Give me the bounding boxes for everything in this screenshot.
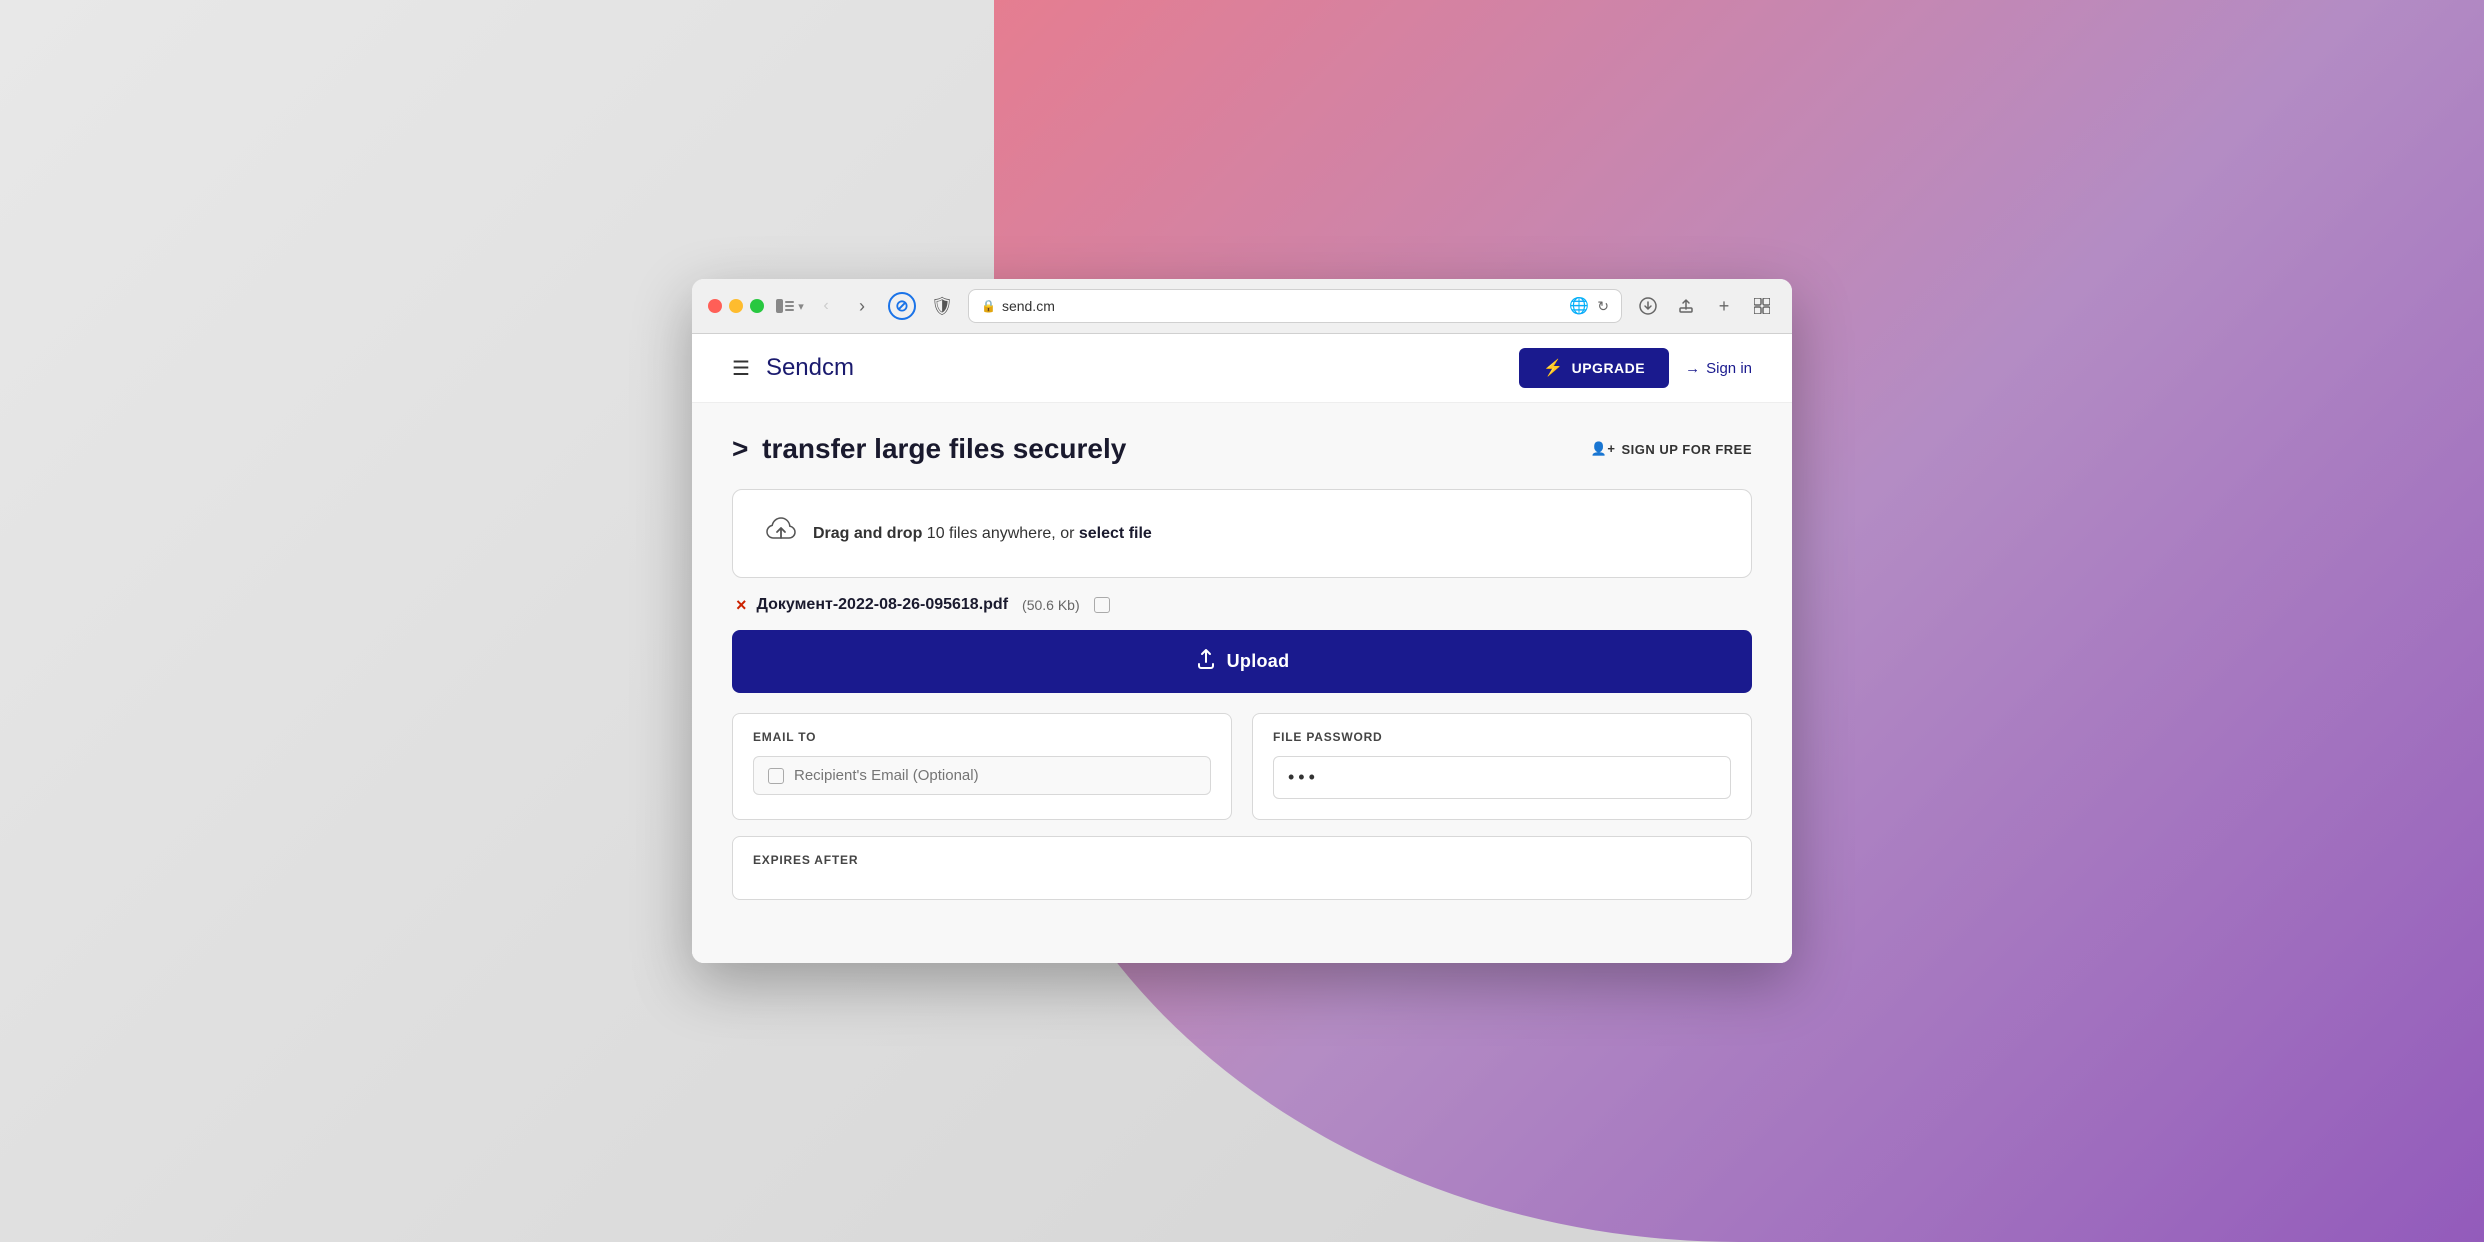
url-text: send.cm (1002, 298, 1055, 314)
page-header: > transfer large files securely 👤+ SIGN … (732, 433, 1752, 465)
file-name: Документ-2022-08-26-095618.pdf (757, 596, 1009, 614)
upload-icon (1195, 648, 1217, 675)
email-section: EMAIL TO (732, 713, 1232, 820)
maximize-button[interactable] (750, 299, 764, 313)
file-size: (50.6 Kb) (1022, 597, 1080, 613)
upgrade-icon: ⚡ (1543, 358, 1563, 378)
signin-button[interactable]: → Sign in (1685, 360, 1752, 377)
url-bar-container: 🔒 send.cm 🌐 ↻ (968, 289, 1622, 323)
url-bar[interactable]: 🔒 send.cm 🌐 ↻ (968, 289, 1622, 323)
ad-block-icon[interactable]: ⊘ (888, 292, 916, 320)
expires-section: EXPIRES AFTER (732, 836, 1752, 900)
sidebar-toggle-button[interactable]: ▾ (776, 292, 804, 320)
form-row: EMAIL TO FILE PASSWORD (732, 713, 1752, 820)
browser-window: ▾ ‹ › ⊘ 🛡 🔒 send.cm 🌐 ↻ (692, 279, 1792, 963)
dropzone[interactable]: Drag and drop 10 files anywhere, or sele… (732, 489, 1752, 578)
nav-left: ☰ Sendcm (732, 354, 854, 382)
email-input[interactable] (794, 767, 1196, 784)
back-button[interactable]: ‹ (812, 292, 840, 320)
browser-left-controls: ▾ ‹ › (776, 292, 876, 320)
expires-label: EXPIRES AFTER (753, 853, 1731, 867)
email-label: EMAIL TO (753, 730, 1211, 744)
site-navbar: ☰ Sendcm ⚡ UPGRADE → Sign in (692, 334, 1792, 403)
signup-free-button[interactable]: 👤+ SIGN UP FOR FREE (1591, 441, 1752, 457)
minimize-button[interactable] (729, 299, 743, 313)
brand-bold: Send (766, 354, 822, 381)
select-file-link[interactable]: select file (1079, 525, 1152, 542)
email-checkbox[interactable] (768, 768, 784, 784)
title-arrow: > (732, 433, 748, 464)
file-item: × Документ-2022-08-26-095618.pdf (50.6 K… (732, 596, 1752, 614)
password-section: FILE PASSWORD (1252, 713, 1752, 820)
dropzone-text: Drag and drop 10 files anywhere, or sele… (813, 525, 1152, 543)
browser-chrome: ▾ ‹ › ⊘ 🛡 🔒 send.cm 🌐 ↻ (692, 279, 1792, 334)
signup-label: SIGN UP FOR FREE (1621, 442, 1752, 457)
brand-logo[interactable]: Sendcm (766, 354, 854, 382)
signin-label: Sign in (1706, 360, 1752, 377)
close-button[interactable] (708, 299, 722, 313)
browser-right-controls: + (1634, 292, 1776, 320)
brand-light: cm (822, 354, 854, 381)
upload-cloud-icon (763, 512, 799, 555)
shield-icon[interactable]: 🛡 (928, 292, 956, 320)
main-content: > transfer large files securely 👤+ SIGN … (692, 403, 1792, 963)
upload-label: Upload (1227, 651, 1290, 672)
forward-button[interactable]: › (848, 292, 876, 320)
share-icon[interactable] (1672, 292, 1700, 320)
email-input-wrapper (753, 756, 1211, 795)
download-icon[interactable] (1634, 292, 1662, 320)
file-checkbox[interactable] (1094, 597, 1110, 613)
tab-grid-icon[interactable] (1748, 292, 1776, 320)
password-label: FILE PASSWORD (1273, 730, 1731, 744)
new-tab-icon[interactable]: + (1710, 292, 1738, 320)
traffic-lights (708, 299, 764, 313)
password-input[interactable] (1273, 756, 1731, 799)
signin-icon: → (1685, 360, 1700, 377)
refresh-icon[interactable]: ↻ (1597, 298, 1609, 315)
upgrade-label: UPGRADE (1572, 360, 1646, 376)
page-content: ☰ Sendcm ⚡ UPGRADE → Sign in (692, 334, 1792, 963)
lock-icon: 🔒 (981, 299, 996, 313)
translate-icon[interactable]: 🌐 (1569, 296, 1589, 316)
title-text: transfer large files securely (762, 433, 1126, 464)
page-title: > transfer large files securely (732, 433, 1126, 465)
upload-button[interactable]: Upload (732, 630, 1752, 693)
hamburger-menu-icon[interactable]: ☰ (732, 356, 750, 381)
signup-icon: 👤+ (1591, 441, 1616, 457)
nav-right: ⚡ UPGRADE → Sign in (1519, 348, 1752, 388)
upgrade-button[interactable]: ⚡ UPGRADE (1519, 348, 1669, 388)
file-remove-button[interactable]: × (736, 596, 747, 614)
